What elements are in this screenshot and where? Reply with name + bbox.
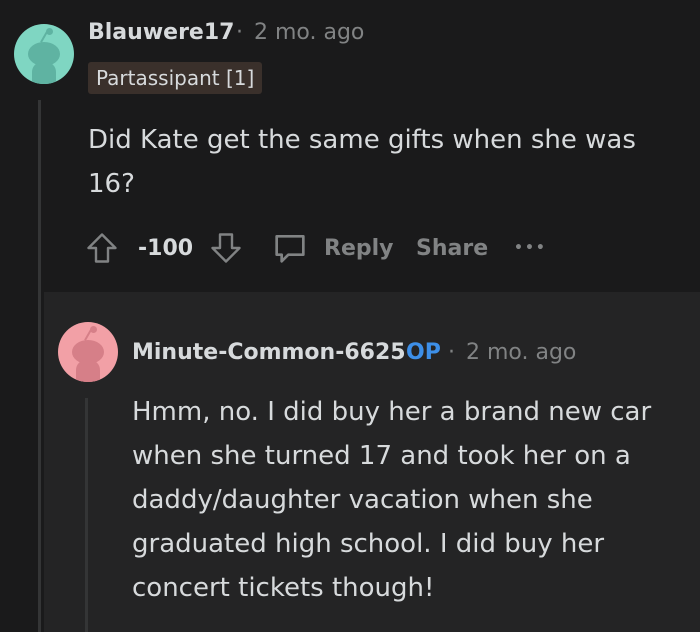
thread-line[interactable]: [85, 398, 88, 632]
avatar[interactable]: [58, 322, 118, 382]
share-label: Share: [416, 235, 489, 261]
downvote-button[interactable]: [208, 228, 244, 268]
reply-button[interactable]: Reply: [270, 228, 394, 268]
comment-author[interactable]: Blauwere17: [88, 20, 234, 45]
comment: Blauwere17 · 2 mo. ago Partassipant [1] …: [0, 0, 700, 292]
avatar[interactable]: [14, 24, 74, 84]
reply-body: Hmm, no. I did buy her a brand new car w…: [132, 397, 652, 603]
reply-time[interactable]: 2 mo. ago: [466, 340, 576, 365]
separator-dot: ·: [448, 340, 455, 365]
user-flair: Partassipant [1]: [88, 62, 263, 94]
ellipsis-icon: •••: [514, 240, 547, 256]
upvote-button[interactable]: [84, 228, 120, 268]
comment-body: Did Kate get the same gifts when she was…: [88, 125, 636, 199]
vote-score: -100: [138, 235, 194, 261]
share-button[interactable]: Share: [416, 228, 488, 268]
more-options-button[interactable]: •••: [514, 228, 547, 268]
arrow-down-icon: [208, 230, 244, 266]
comment-time[interactable]: 2 mo. ago: [254, 20, 364, 45]
reply-label: Reply: [324, 235, 394, 261]
speech-bubble-icon: [270, 228, 310, 268]
reply-author[interactable]: Minute-Common-6625: [132, 340, 406, 365]
comment-actions: -100 Reply Share •••: [84, 228, 684, 268]
separator-dot: ·: [236, 20, 243, 45]
arrow-up-icon: [84, 230, 120, 266]
op-badge: OP: [406, 340, 441, 365]
